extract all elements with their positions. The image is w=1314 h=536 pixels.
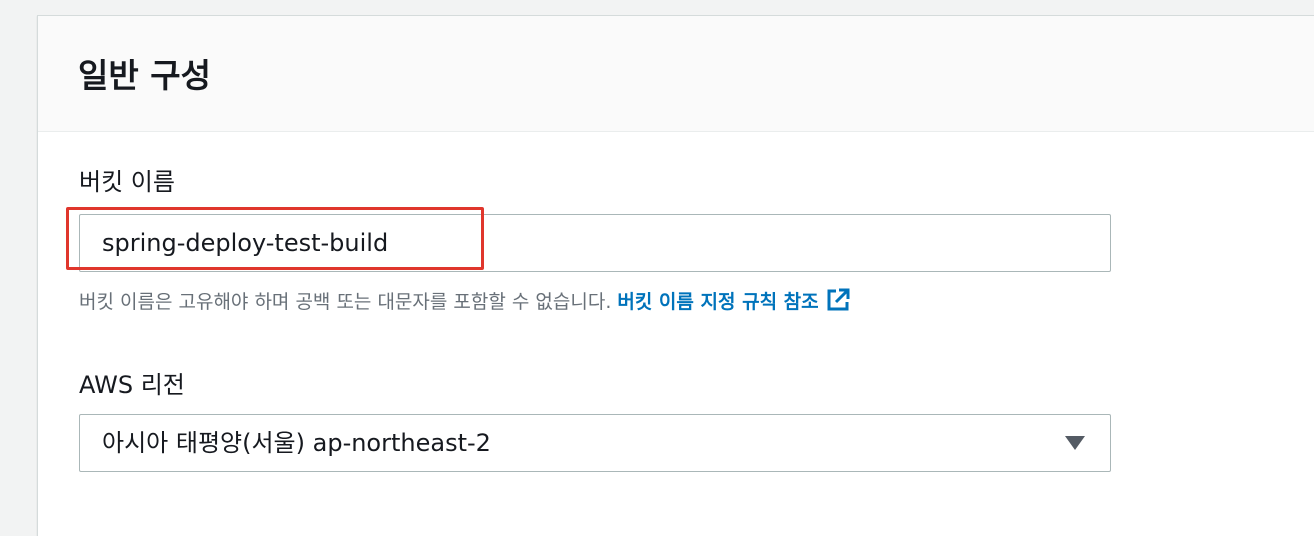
aws-region-selected-value: 아시아 태평양(서울) ap-northeast-2	[102, 429, 491, 457]
aws-region-select[interactable]: 아시아 태평양(서울) ap-northeast-2	[79, 414, 1111, 472]
panel-title: 일반 구성	[78, 56, 211, 95]
naming-rules-link-label: 버킷 이름 지정 규칙 참조	[617, 291, 819, 313]
bucket-name-hint: 버킷 이름은 고유해야 하며 공백 또는 대문자를 포함할 수 없습니다. 버킷 …	[79, 287, 851, 317]
aws-region-label: AWS 리전	[79, 371, 185, 399]
external-link-icon	[827, 288, 850, 311]
hint-text: 버킷 이름은 고유해야 하며 공백 또는 대문자를 포함할 수 없습니다.	[79, 291, 612, 313]
caret-down-icon	[1065, 436, 1085, 450]
bucket-name-label: 버킷 이름	[79, 168, 175, 196]
bucket-name-input[interactable]	[79, 214, 1111, 272]
panel-header: 일반 구성	[38, 16, 1314, 132]
general-config-panel: 일반 구성 버킷 이름 버킷 이름은 고유해야 하며 공백 또는 대문자를 포함…	[37, 15, 1314, 536]
naming-rules-link[interactable]: 버킷 이름 지정 규칙 참조	[617, 288, 850, 313]
